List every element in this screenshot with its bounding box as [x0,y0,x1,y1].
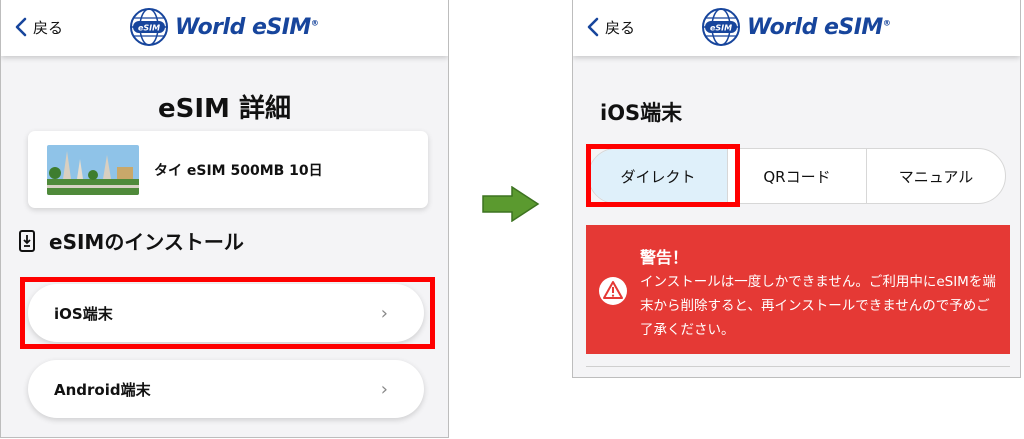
download-device-icon [19,229,35,252]
tab-direct[interactable]: ダイレクト [589,149,727,203]
arrow-right-icon [482,186,540,222]
android-device-label: Android端末 [54,380,151,399]
globe-logo-icon: eSIM [702,8,740,46]
world-esim-logo: eSIM World eSIM® [701,6,891,48]
install-section-header: eSIMのインストール [19,226,244,255]
back-button[interactable]: 戻る [587,14,635,40]
install-method-tabs: ダイレクト QRコード マニュアル [588,148,1006,204]
warning-box: 警告！ インストールは一度しかできません。ご利用中にeSIMを端末から削除すると… [586,225,1010,354]
top-header: 戻る eSIM World eSIM® [1,0,448,56]
chevron-left-icon [15,17,27,37]
android-device-button[interactable]: Android端末 › [28,360,424,418]
tab-qr-code[interactable]: QRコード [727,149,866,203]
product-name: タイ eSIM 500MB 10日 [154,162,323,179]
chevron-left-icon [587,17,599,37]
logo-text: World eSIM® [175,14,319,40]
logo-badge-text: eSIM [138,24,160,33]
chevron-right-icon: › [380,302,388,324]
left-screen: 戻る eSIM World eSIM® eSIM 詳細 タイ eSIM 500M… [0,0,449,438]
right-screen: 戻る eSIM World eSIM® iOS端末 ダイレクト QRコード マニ… [572,0,1021,378]
product-card: タイ eSIM 500MB 10日 [28,131,428,208]
warning-icon [599,277,627,305]
globe-logo-icon: eSIM [130,8,168,46]
ios-page-title: iOS端末 [600,101,683,125]
logo-text: World eSIM® [747,14,891,40]
ios-device-label: iOS端末 [54,304,113,323]
install-section-title: eSIMのインストール [49,230,244,254]
ios-device-button[interactable]: iOS端末 › [28,284,424,342]
world-esim-logo: eSIM World eSIM® [129,6,319,48]
back-label: 戻る [605,18,636,37]
temple-photo [47,144,139,195]
divider [586,366,1010,367]
back-button[interactable]: 戻る [15,14,63,40]
warning-title: 警告！ [640,248,689,267]
top-header: 戻る eSIM World eSIM® [573,0,1020,56]
back-label: 戻る [33,18,64,37]
warning-message: インストールは一度しかできません。ご利用中にeSIMを端末から削除すると、再イン… [640,274,996,338]
page-title: eSIM 詳細 [158,94,291,124]
chevron-right-icon: › [380,378,388,400]
tab-manual[interactable]: マニュアル [866,149,1005,203]
logo-badge-text: eSIM [710,24,732,33]
